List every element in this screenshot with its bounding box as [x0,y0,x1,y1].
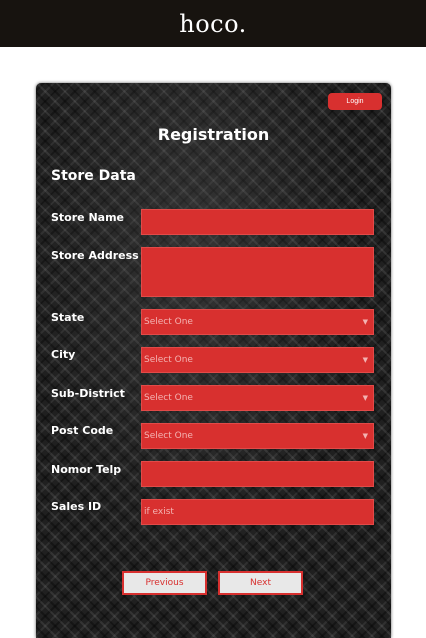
top-bar: hoco. [0,0,426,47]
sub-district-selected-value: Select One [144,393,193,403]
city-label: City [51,348,76,361]
registration-card: Login Registration Store Data Store Name… [36,83,391,638]
sub-district-select[interactable]: Select One ▼ [141,385,374,411]
chevron-down-icon: ▼ [362,394,368,402]
city-selected-value: Select One [144,355,193,365]
post-code-label: Post Code [51,424,114,437]
nomor-telp-label: Nomor Telp [51,463,122,476]
brand-logo[interactable]: hoco. [179,12,247,36]
state-selected-value: Select One [144,317,193,327]
post-code-select[interactable]: Select One ▼ [141,423,374,449]
store-name-label: Store Name [51,211,125,224]
nomor-telp-input[interactable] [141,461,374,487]
post-code-selected-value: Select One [144,431,193,441]
previous-button[interactable]: Previous [122,571,207,595]
login-button[interactable]: Login [328,93,382,110]
state-select[interactable]: Select One ▼ [141,309,374,335]
sales-id-label: Sales ID [51,500,102,513]
state-label: State [51,311,85,324]
chevron-down-icon: ▼ [362,318,368,326]
store-address-label: Store Address [51,249,139,262]
sales-id-placeholder: if exist [144,507,174,517]
city-select[interactable]: Select One ▼ [141,347,374,373]
chevron-down-icon: ▼ [362,432,368,440]
page-title: Registration [157,125,270,144]
sales-id-input[interactable]: if exist [141,499,374,525]
store-name-input[interactable] [141,209,374,235]
store-address-textarea[interactable] [141,247,374,297]
chevron-down-icon: ▼ [362,356,368,364]
next-button[interactable]: Next [218,571,303,595]
sub-district-label: Sub-District [51,387,125,400]
section-title: Store Data [51,168,136,184]
